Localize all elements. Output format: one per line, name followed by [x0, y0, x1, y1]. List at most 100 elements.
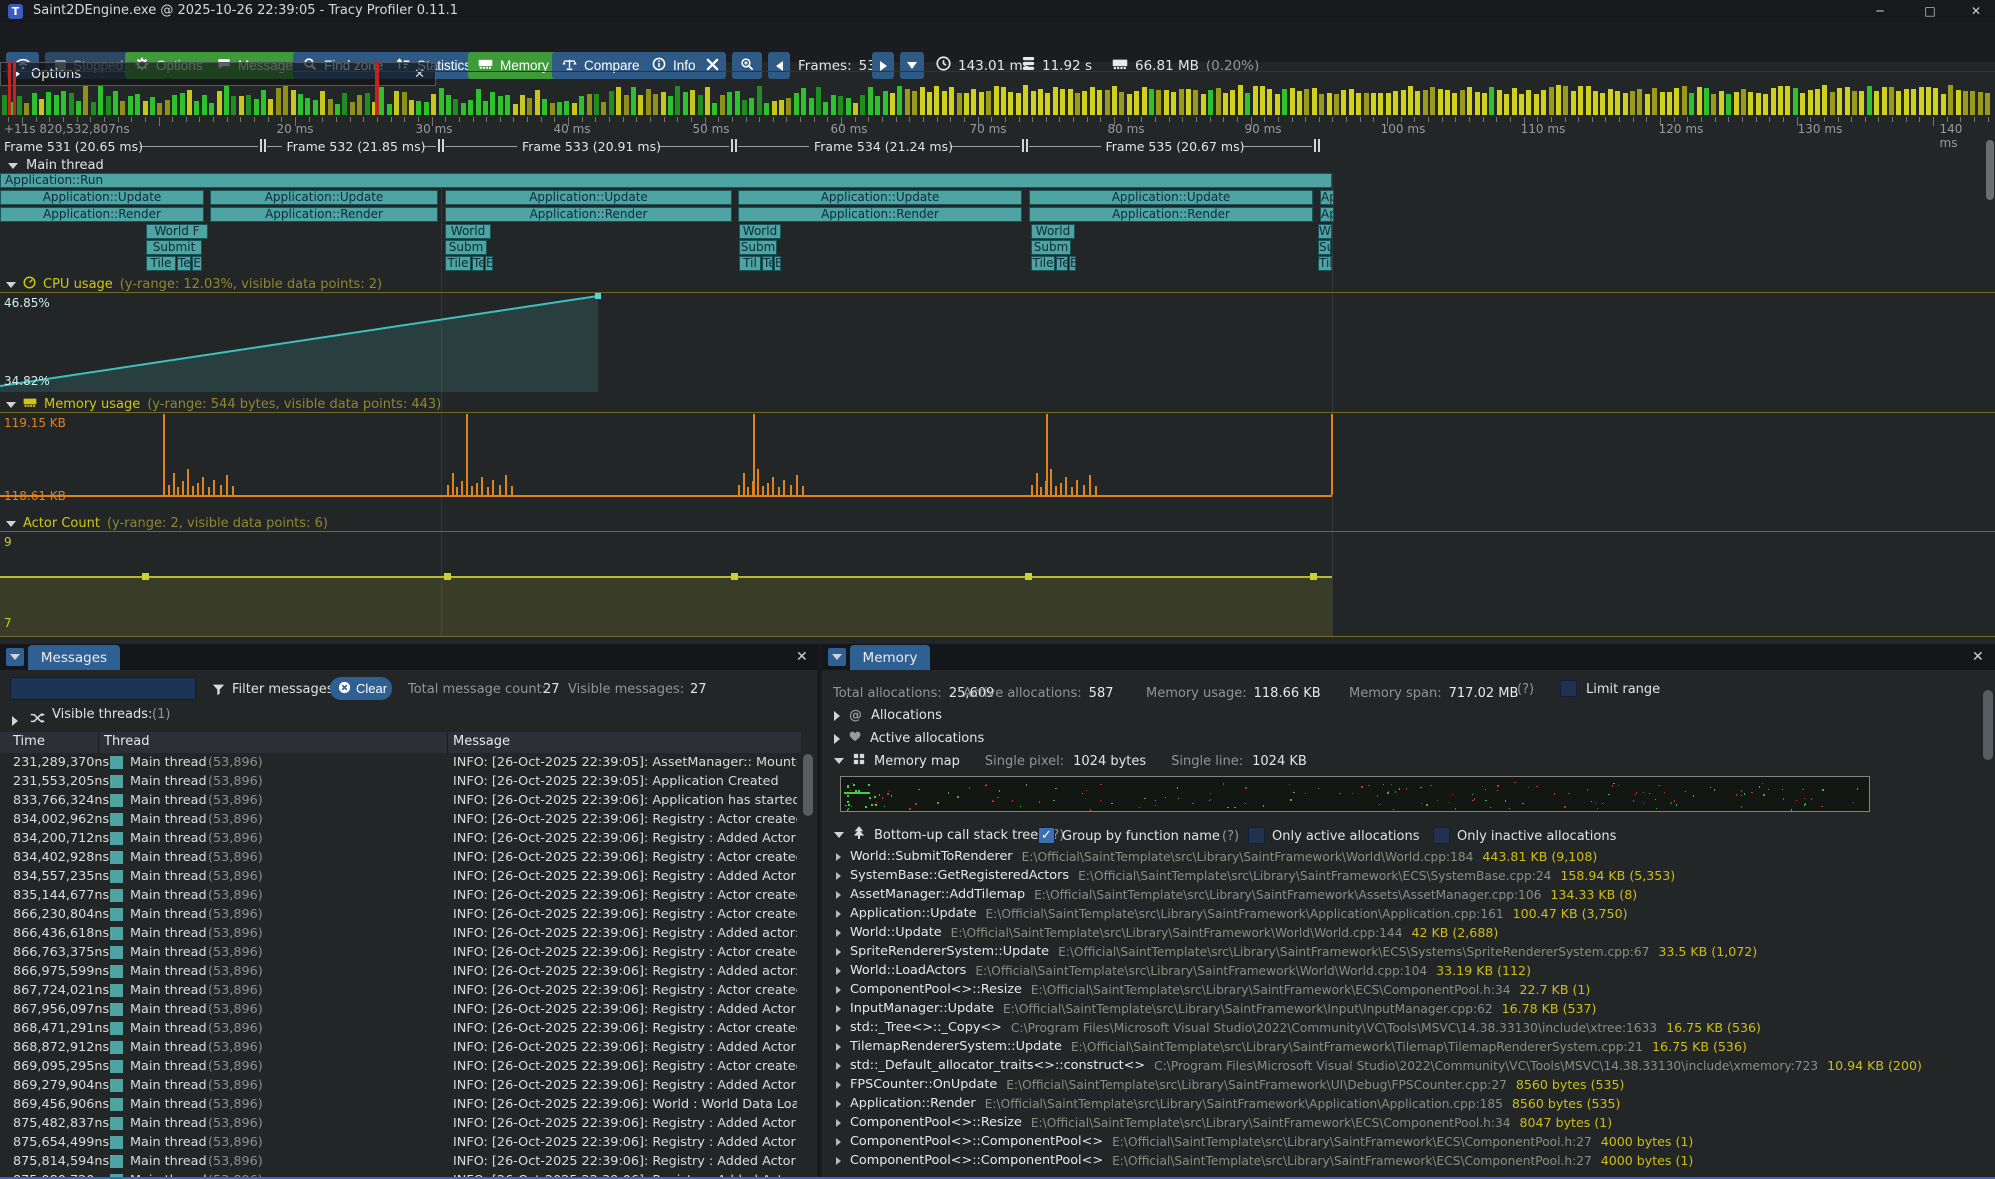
- zone-tile[interactable]: Tile: [1031, 256, 1055, 271]
- expand-icon[interactable]: [836, 1024, 841, 1032]
- message-row[interactable]: 867,724,021nsMain thread(53,896)INFO: [2…: [0, 981, 801, 1000]
- memory-collapse-button[interactable]: [828, 648, 846, 666]
- message-filter-input[interactable]: [10, 677, 196, 700]
- messages-collapse-button[interactable]: [6, 648, 24, 666]
- callstack-tree-row[interactable]: FPSCounter::OnUpdateE:\Official\SaintTem…: [822, 1075, 1988, 1094]
- callstack-tree-row[interactable]: std::_Default_allocator_traits<>::constr…: [822, 1056, 1988, 1075]
- memory-plot-header[interactable]: Memory usage (y-range: 544 bytes, visibl…: [6, 397, 441, 412]
- memory-map-section[interactable]: Memory map Single pixel: 1024 bytes Sing…: [834, 753, 1307, 769]
- message-row[interactable]: 868,872,912nsMain thread(53,896)INFO: [2…: [0, 1038, 801, 1057]
- help-icon[interactable]: (?): [1517, 682, 1534, 697]
- group-by-function-checkbox[interactable]: ✓: [1038, 827, 1055, 844]
- callstack-tree-row[interactable]: World::SubmitToRendererE:\Official\Saint…: [822, 847, 1988, 866]
- expand-icon[interactable]: [12, 711, 18, 730]
- zone-application-update[interactable]: Application::Update: [1029, 190, 1313, 205]
- frame-label[interactable]: Frame 535 (20.67 ms): [1106, 139, 1245, 154]
- expand-icon[interactable]: [836, 872, 841, 880]
- zone-te[interactable]: Te: [762, 256, 773, 271]
- expand-icon[interactable]: [836, 1138, 841, 1146]
- column-time[interactable]: Time: [13, 734, 45, 749]
- expand-icon[interactable]: [836, 1100, 841, 1108]
- zone-application-render[interactable]: Application::Render: [210, 207, 438, 222]
- callstack-tree-row[interactable]: ComponentPool<>::ResizeE:\Official\Saint…: [822, 1113, 1988, 1132]
- column-thread[interactable]: Thread: [104, 734, 149, 749]
- collapse-icon[interactable]: [834, 758, 844, 764]
- zone-te[interactable]: Te: [177, 256, 191, 271]
- clear-button[interactable]: Clear: [330, 677, 392, 700]
- timeline-scrollbar-thumb[interactable]: [1986, 140, 1994, 200]
- zone-application-run[interactable]: Application::Run: [0, 173, 1332, 188]
- callstack-tree-row[interactable]: TilemapRendererSystem::UpdateE:\Official…: [822, 1037, 1988, 1056]
- zone-e[interactable]: E: [774, 256, 781, 271]
- expand-icon[interactable]: [836, 1119, 841, 1127]
- callstack-tree-row[interactable]: ComponentPool<>::ResizeE:\Official\Saint…: [822, 980, 1988, 999]
- messages-table-header[interactable]: Time Thread Message: [0, 732, 801, 753]
- expand-icon[interactable]: [836, 929, 841, 937]
- messages-close-icon[interactable]: ✕: [796, 649, 808, 665]
- cpu-plot-header[interactable]: CPU usage (y-range: 12.03%, visible data…: [6, 276, 382, 293]
- message-row[interactable]: 875,482,837nsMain thread(53,896)INFO: [2…: [0, 1114, 801, 1133]
- zone-e[interactable]: E: [485, 256, 493, 271]
- message-row[interactable]: 875,980,720nsMain thread(53,896)INFO: [2…: [0, 1171, 801, 1179]
- zone-til[interactable]: Til: [1318, 256, 1332, 271]
- expand-icon[interactable]: [836, 910, 841, 918]
- zone-world[interactable]: World: [739, 224, 781, 239]
- zone-subm[interactable]: Subm: [739, 240, 777, 255]
- message-row[interactable]: 868,471,291nsMain thread(53,896)INFO: [2…: [0, 1019, 801, 1038]
- zone-application-update[interactable]: Application::Update: [1320, 190, 1334, 205]
- maximize-button[interactable]: □: [1907, 0, 1953, 23]
- minimize-button[interactable]: ─: [1857, 0, 1903, 23]
- zone-subm[interactable]: Subm: [445, 240, 487, 255]
- zone-te[interactable]: Te: [1056, 256, 1068, 271]
- zone-subm[interactable]: Subm: [1031, 240, 1071, 255]
- zone-til[interactable]: Til: [739, 256, 761, 271]
- callstack-tree-row[interactable]: ComponentPool<>::ComponentPool<>E:\Offic…: [822, 1151, 1988, 1170]
- callstack-tree-row[interactable]: ComponentPool<>::ComponentPool<>E:\Offic…: [822, 1132, 1988, 1151]
- zone-te[interactable]: Te: [472, 256, 484, 271]
- memory-close-icon[interactable]: ✕: [1972, 649, 1984, 665]
- message-row[interactable]: 866,975,599nsMain thread(53,896)INFO: [2…: [0, 962, 801, 981]
- zone-world[interactable]: World: [1031, 224, 1075, 239]
- message-row[interactable]: 869,279,904nsMain thread(53,896)INFO: [2…: [0, 1076, 801, 1095]
- zone-application-render[interactable]: Application::Render: [1029, 207, 1313, 222]
- only-active-checkbox[interactable]: [1248, 827, 1265, 844]
- frame-overview[interactable]: Options ✕: [0, 62, 1995, 117]
- callstack-tree-row[interactable]: World::UpdateE:\Official\SaintTemplate\s…: [822, 923, 1988, 942]
- limit-range-checkbox[interactable]: [1560, 680, 1577, 697]
- messages-scrollbar-thumb[interactable]: [803, 754, 813, 816]
- message-row[interactable]: 866,436,618nsMain thread(53,896)INFO: [2…: [0, 924, 801, 943]
- expand-icon[interactable]: [836, 1005, 841, 1013]
- frame-label[interactable]: Frame 532 (21.85 ms): [287, 139, 426, 154]
- frame-label[interactable]: Frame 534 (21.24 ms): [814, 139, 953, 154]
- expand-icon[interactable]: [836, 967, 841, 975]
- frame-label[interactable]: Frame 533 (20.91 ms): [522, 139, 661, 154]
- expand-icon[interactable]: [836, 1043, 841, 1051]
- collapse-icon[interactable]: [6, 521, 16, 527]
- expand-icon[interactable]: [836, 986, 841, 994]
- zone-application-render[interactable]: Application::Render: [445, 207, 732, 222]
- callstack-tree-row[interactable]: SystemBase::GetRegisteredActorsE:\Offici…: [822, 866, 1988, 885]
- callstack-tree-row[interactable]: Application::UpdateE:\Official\SaintTemp…: [822, 904, 1988, 923]
- active-allocations-section[interactable]: Active allocations: [834, 731, 984, 746]
- zone-world[interactable]: World: [445, 224, 491, 239]
- message-row[interactable]: 875,814,594nsMain thread(53,896)INFO: [2…: [0, 1152, 801, 1171]
- actor-plot-header[interactable]: Actor Count (y-range: 2, visible data po…: [6, 516, 328, 531]
- callstack-tree-row[interactable]: SpriteRendererSystem::UpdateE:\Official\…: [822, 942, 1988, 961]
- allocations-section[interactable]: @ Allocations: [834, 708, 942, 723]
- thread-header[interactable]: Main thread: [8, 158, 104, 173]
- message-row[interactable]: 866,763,375nsMain thread(53,896)INFO: [2…: [0, 943, 801, 962]
- memory-map-canvas[interactable]: [840, 776, 1870, 812]
- expand-icon[interactable]: [836, 891, 841, 899]
- callstack-tree-header[interactable]: Bottom-up call stack tree (?): [834, 826, 1064, 844]
- zone-application-update[interactable]: Application::Update: [0, 190, 204, 205]
- tab-memory[interactable]: Memory: [850, 645, 930, 670]
- message-row[interactable]: 834,557,235nsMain thread(53,896)INFO: [2…: [0, 867, 801, 886]
- zone-application-update[interactable]: Application::Update: [738, 190, 1022, 205]
- callstack-tree-row[interactable]: Application::RenderE:\Official\SaintTemp…: [822, 1094, 1988, 1113]
- zone-wo[interactable]: Wo: [1318, 224, 1332, 239]
- zone-e[interactable]: E: [192, 256, 202, 271]
- zone-application-render[interactable]: Application::Render: [738, 207, 1022, 222]
- only-inactive-checkbox[interactable]: [1433, 827, 1450, 844]
- message-row[interactable]: 834,402,928nsMain thread(53,896)INFO: [2…: [0, 848, 801, 867]
- expand-icon[interactable]: [836, 853, 841, 861]
